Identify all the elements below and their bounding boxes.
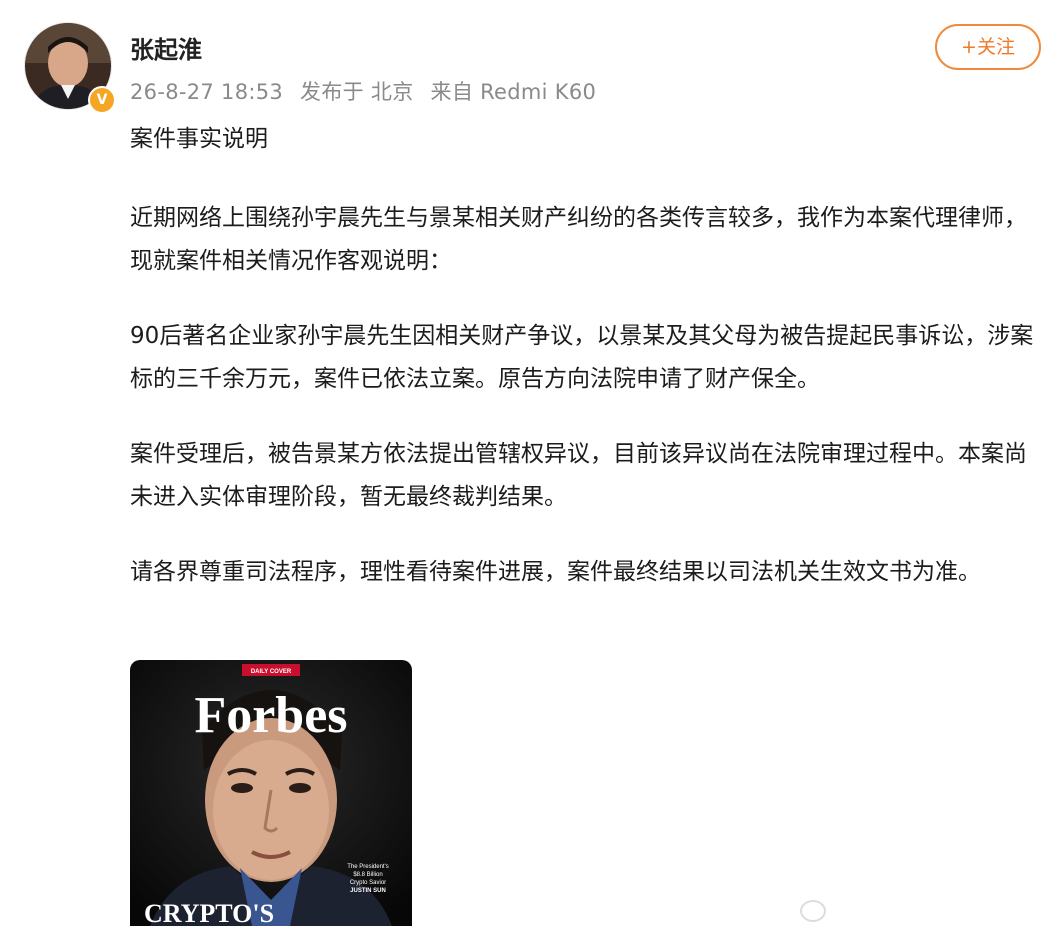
magazine-cover-graphic: DAILY COVER Forbes The President's $8.8 …	[130, 660, 412, 926]
verified-badge-icon: V	[88, 86, 116, 114]
post-source: 来自 Redmi K60	[430, 80, 597, 104]
post-paragraph: 案件受理后，被告景某方依法提出管辖权异议，目前该异议尚在法院审理过程中。本案尚未…	[130, 441, 1027, 510]
cover-caption-line: The President's	[347, 864, 389, 870]
cover-masthead: Forbes	[194, 687, 347, 744]
post-location: 发布于 北京	[300, 80, 414, 104]
cover-caption-line: $8.8 Billion	[353, 872, 382, 878]
post-date: 26-8-27 18:53	[130, 80, 284, 104]
weibo-logo-icon	[800, 900, 826, 922]
weibo-watermark	[800, 900, 832, 922]
cover-caption-line: JUSTIN SUN	[350, 888, 386, 894]
author-avatar[interactable]: V	[24, 22, 116, 114]
post-title: 案件事实说明	[130, 126, 268, 152]
cover-badge: DAILY COVER	[251, 669, 292, 675]
post-paragraph: 近期网络上围绕孙宇晨先生与景某相关财产纠纷的各类传言较多，我作为本案代理律师，现…	[130, 205, 1027, 274]
author-name[interactable]: 张起淮	[130, 30, 202, 65]
cover-bottom-text: CRYPTO'S	[144, 899, 274, 926]
cover-caption-line: Crypto Savior	[350, 880, 386, 886]
post-meta: 26-8-27 18:53 发布于 北京 来自 Redmi K60	[130, 76, 606, 106]
post-paragraph: 请各界尊重司法程序，理性看待案件进展，案件最终结果以司法机关生效文书为准。	[130, 559, 981, 585]
post-paragraph: 90后著名企业家孙宇晨先生因相关财产争议，以景某及其父母为被告提起民事诉讼，涉案…	[130, 323, 1034, 392]
post-image-forbes-cover[interactable]: DAILY COVER Forbes The President's $8.8 …	[130, 660, 412, 926]
post-body: 案件事实说明 近期网络上围绕孙宇晨先生与景某相关财产纠纷的各类传言较多，我作为本…	[130, 118, 1035, 626]
follow-button[interactable]: +关注	[935, 24, 1041, 70]
